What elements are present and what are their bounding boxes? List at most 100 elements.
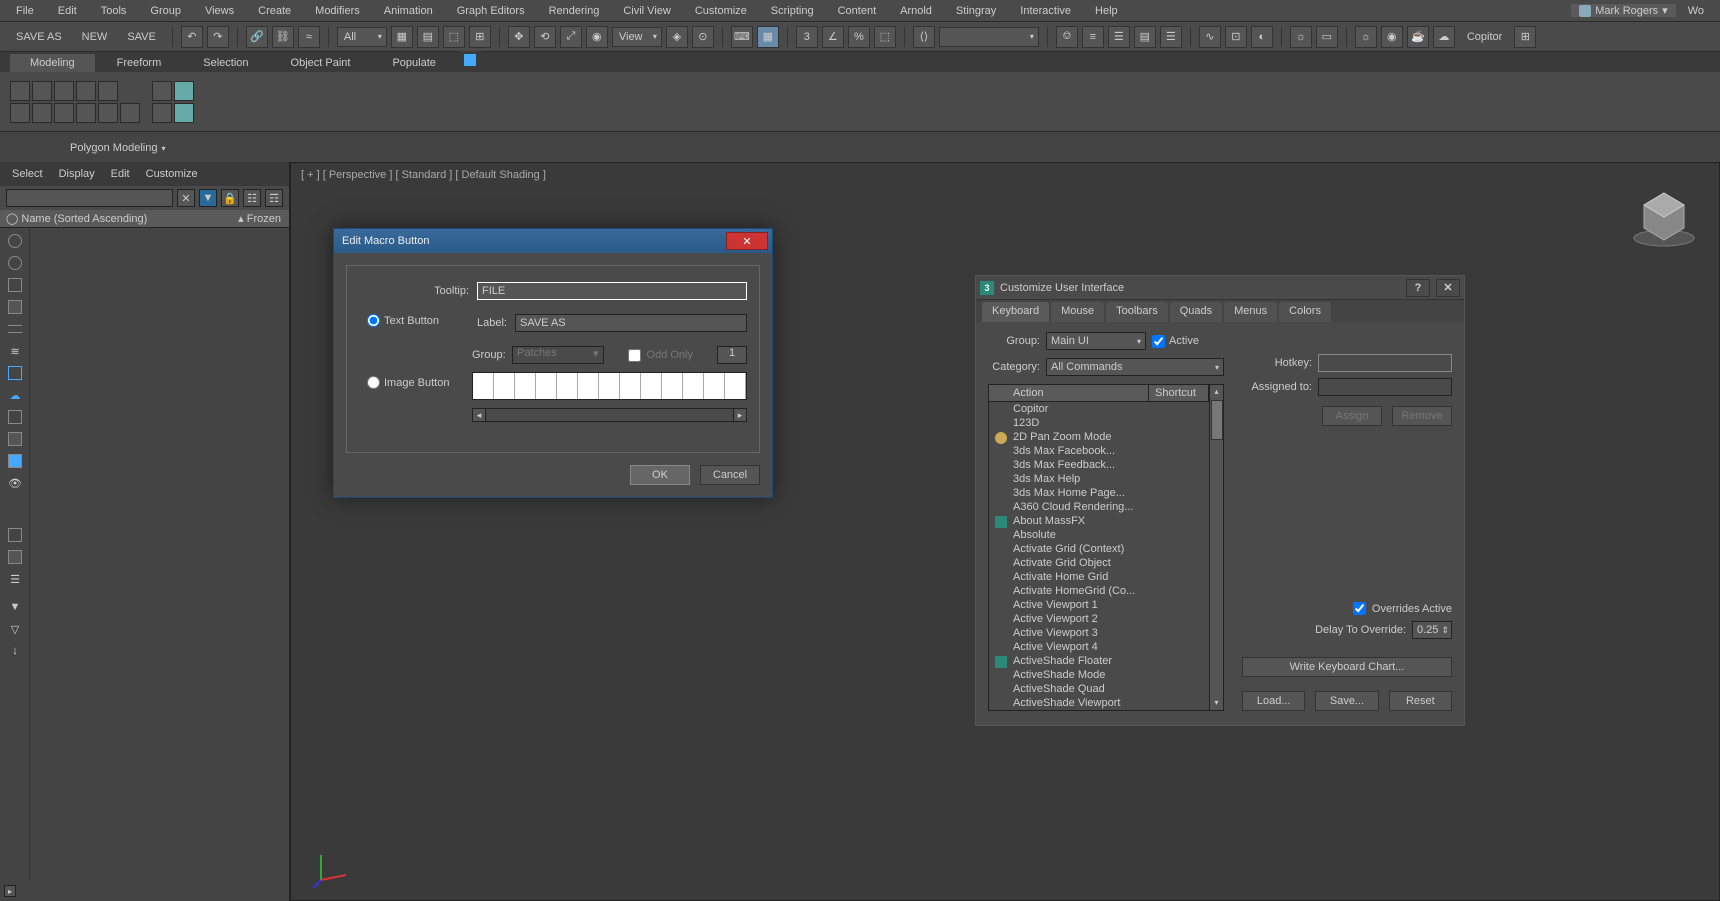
- curve-editor-button[interactable]: ∿: [1199, 26, 1221, 48]
- toolbar-save-as[interactable]: SAVE AS: [8, 31, 70, 43]
- list-header[interactable]: Action Shortcut: [989, 385, 1209, 402]
- tab-quads[interactable]: Quads: [1170, 302, 1222, 322]
- load-button[interactable]: Load...: [1242, 691, 1305, 711]
- modifier-button-4[interactable]: [76, 103, 96, 123]
- menu-content[interactable]: Content: [826, 2, 889, 20]
- filter-funnel2[interactable]: ▽: [3, 618, 27, 640]
- action-item[interactable]: Active Viewport 3: [989, 626, 1209, 640]
- close-button[interactable]: ✕: [726, 232, 768, 250]
- tab-toolbars[interactable]: Toolbars: [1106, 302, 1168, 322]
- label-input[interactable]: [515, 314, 747, 332]
- select-object-button[interactable]: ▦: [391, 26, 413, 48]
- placement-button[interactable]: ◉: [586, 26, 608, 48]
- action-item[interactable]: ActiveShade Viewport: [989, 696, 1209, 710]
- dialog-titlebar[interactable]: 3 Customize User Interface ? ✕: [976, 276, 1464, 300]
- schematic-view-button[interactable]: ⊡: [1225, 26, 1247, 48]
- tab-menus[interactable]: Menus: [1224, 302, 1277, 322]
- filter-hidden[interactable]: 👁: [3, 472, 27, 494]
- named-selection-list[interactable]: [939, 27, 1039, 47]
- render-frame-button[interactable]: ▭: [1316, 26, 1338, 48]
- angle-snap-button[interactable]: ∠: [822, 26, 844, 48]
- help-button[interactable]: ?: [1406, 279, 1430, 297]
- swatch[interactable]: [641, 373, 662, 399]
- filter-funnel[interactable]: ▼: [3, 596, 27, 618]
- write-chart-button[interactable]: Write Keyboard Chart...: [1242, 657, 1452, 677]
- scene-list[interactable]: [30, 228, 289, 881]
- filter-button[interactable]: ▼: [199, 189, 217, 207]
- layer-explorer-button[interactable]: ▤: [1134, 26, 1156, 48]
- modifier-button-6[interactable]: [120, 103, 140, 123]
- collapse-all-button[interactable]: ☶: [265, 189, 283, 207]
- menu-edit[interactable]: Edit: [46, 2, 89, 20]
- action-item[interactable]: About MassFX: [989, 514, 1209, 528]
- ribbon-tab-color[interactable]: [458, 51, 482, 72]
- text-button-radio[interactable]: [367, 314, 380, 327]
- action-item[interactable]: Activate Home Grid: [989, 570, 1209, 584]
- modifier-button-1[interactable]: [10, 103, 30, 123]
- snaps-button[interactable]: ▦: [757, 26, 779, 48]
- action-item[interactable]: ActiveShade Floater: [989, 654, 1209, 668]
- swatch[interactable]: [725, 373, 746, 399]
- swatch[interactable]: [620, 373, 641, 399]
- save-button[interactable]: Save...: [1315, 691, 1378, 711]
- swatch[interactable]: [599, 373, 620, 399]
- swatch[interactable]: [683, 373, 704, 399]
- filter-helpers[interactable]: [3, 318, 27, 340]
- action-item[interactable]: 3ds Max Facebook...: [989, 444, 1209, 458]
- filter-sort[interactable]: ↓: [3, 640, 27, 662]
- material-editor-button[interactable]: ◐: [1251, 26, 1273, 48]
- scroll-thumb[interactable]: [1211, 400, 1223, 440]
- menu-arnold[interactable]: Arnold: [888, 2, 944, 20]
- delay-spinner[interactable]: 0.25: [1412, 621, 1452, 639]
- group-select[interactable]: Patches▾: [512, 346, 604, 364]
- left-tab-display[interactable]: Display: [59, 168, 95, 180]
- lock-button[interactable]: 🔒: [221, 189, 239, 207]
- polygon-button[interactable]: [76, 81, 96, 101]
- layers-button[interactable]: ☰: [1108, 26, 1130, 48]
- image-button-radio[interactable]: [367, 376, 380, 389]
- left-tab-edit[interactable]: Edit: [111, 168, 130, 180]
- toggle-button-3[interactable]: [152, 103, 172, 123]
- action-item[interactable]: ActiveShade Quad: [989, 682, 1209, 696]
- swatch[interactable]: [494, 373, 515, 399]
- number-input[interactable]: 1: [717, 346, 747, 364]
- tab-colors[interactable]: Colors: [1279, 302, 1331, 322]
- modifier-button-2[interactable]: [32, 103, 52, 123]
- action-item[interactable]: 3ds Max Help: [989, 472, 1209, 486]
- ribbon-group-label[interactable]: Polygon Modeling: [70, 142, 165, 154]
- assign-button[interactable]: Assign: [1322, 406, 1382, 426]
- menu-civil-view[interactable]: Civil View: [611, 2, 682, 20]
- left-tab-select[interactable]: Select: [12, 168, 43, 180]
- reset-button[interactable]: Reset: [1389, 691, 1452, 711]
- toolbar-new[interactable]: NEW: [74, 31, 116, 43]
- ribbon-tab-modeling[interactable]: Modeling: [10, 54, 95, 72]
- swatch-scrollbar[interactable]: ◂ ▸: [472, 408, 747, 422]
- a360-button[interactable]: ☁: [1433, 26, 1455, 48]
- align-button[interactable]: ≡: [1082, 26, 1104, 48]
- render-setup-button[interactable]: ☼: [1290, 26, 1312, 48]
- swatch[interactable]: [662, 373, 683, 399]
- filter-lights[interactable]: [3, 274, 27, 296]
- window-crossing-button[interactable]: ⊞: [469, 26, 491, 48]
- action-item[interactable]: 3ds Max Home Page...: [989, 486, 1209, 500]
- render-button[interactable]: ☼: [1355, 26, 1377, 48]
- filter-shapes[interactable]: [3, 252, 27, 274]
- tab-keyboard[interactable]: Keyboard: [982, 302, 1049, 322]
- clear-search-button[interactable]: ✕: [177, 189, 195, 207]
- tab-mouse[interactable]: Mouse: [1051, 302, 1104, 322]
- scroll-left-button[interactable]: ◂: [472, 408, 486, 422]
- action-item[interactable]: Active Viewport 2: [989, 612, 1209, 626]
- filter-xrefs[interactable]: ☁: [3, 384, 27, 406]
- tooltip-input[interactable]: [477, 282, 747, 300]
- menu-group[interactable]: Group: [138, 2, 193, 20]
- left-tab-customize[interactable]: Customize: [146, 168, 198, 180]
- list-scrollbar[interactable]: ▴ ▾: [1209, 385, 1223, 710]
- swatch[interactable]: [536, 373, 557, 399]
- cancel-button[interactable]: Cancel: [700, 465, 760, 485]
- action-item[interactable]: Activate Grid (Context): [989, 542, 1209, 556]
- scroll-right-button[interactable]: ▸: [733, 408, 747, 422]
- toolbar-save[interactable]: SAVE: [119, 31, 164, 43]
- filter-geometry[interactable]: [3, 230, 27, 252]
- close-button[interactable]: ✕: [1436, 279, 1460, 297]
- remove-button[interactable]: Remove: [1392, 406, 1452, 426]
